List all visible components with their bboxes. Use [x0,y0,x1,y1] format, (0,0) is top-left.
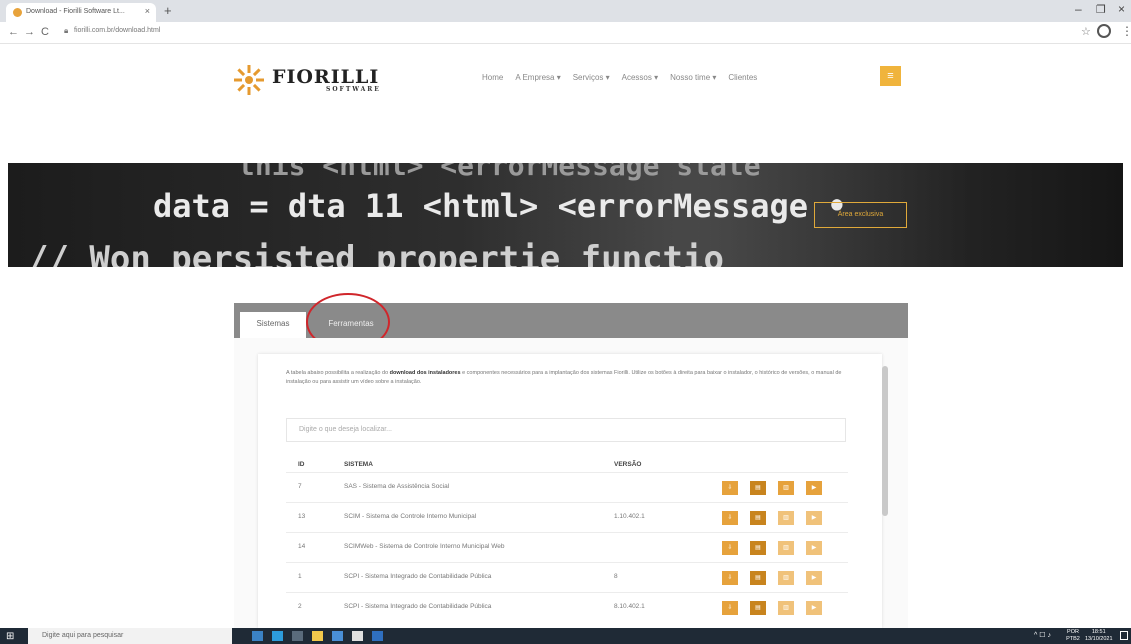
download-icon[interactable]: ⇩ [722,541,738,555]
logo-mark-icon [234,65,264,95]
address-bar: ← → C 🔒︎ fiorilli.com.br/download.html ☆… [0,22,1131,44]
back-button[interactable]: ← [8,26,19,38]
manual-icon[interactable]: ▥ [778,601,794,615]
tab-title: Download - Fiorilli Software Lt... [26,8,125,15]
description-prefix: A tabela abaixo possibilita a realização… [286,370,390,376]
history-icon[interactable]: ▤ [750,481,766,495]
hero-code-line: // Won persisted propertie functio [28,239,724,267]
hero-code-line: data = dta 11 <html> <errorMessage • [153,187,847,225]
download-icon[interactable]: ⇩ [722,481,738,495]
mail-icon[interactable] [332,631,343,641]
chrome-icon[interactable] [352,631,363,641]
nav-item-empresa[interactable]: A Empresa ▾ [515,73,560,82]
table-row: 7 SAS - Sistema de Assistência Social ⇩ ▤ ▥ ▶ [286,472,848,502]
history-icon[interactable]: ▤ [750,541,766,555]
store-icon[interactable] [292,631,303,641]
table-row: 13 SCIM - Sistema de Controle Interno Mun… [286,502,848,532]
tab-close-icon[interactable]: × [145,6,150,16]
notifications-icon[interactable] [1120,631,1128,640]
row-versao: 1.10.402.1 [614,513,645,520]
description-bold: download dos instaladores [389,370,461,376]
new-tab-button[interactable]: + [164,3,172,18]
taskbar-search-input[interactable]: Digite aqui para pesquisar [28,628,232,644]
reload-button[interactable]: C [41,26,49,38]
header-id: ID [298,461,305,468]
taskbar: ⊞ Digite aqui para pesquisar ^ ☐ ♪ POR P… [0,628,1131,644]
row-sistema: SCPI - Sistema Integrado de Contabilidad… [344,573,492,580]
exclusive-area-button[interactable]: Área exclusiva [814,202,907,228]
nav-item-nosso-time[interactable]: Nosso time ▾ [670,73,716,82]
row-sistema: SAS - Sistema de Assistência Social [344,483,450,490]
logo-text: FIORILLI [272,66,380,88]
header-versao: VERSÃO [614,461,642,468]
scrollbar[interactable] [882,366,888,516]
window-maximize-button[interactable]: ❐ [1096,3,1106,16]
system-tray-icons[interactable]: ^ ☐ ♪ [1034,631,1051,639]
download-icon[interactable]: ⇩ [722,511,738,525]
url-field[interactable]: fiorilli.com.br/download.html [74,27,160,34]
table-row: 14 SCIMWeb - Sistema de Controle Interno … [286,532,848,562]
clock-date: 13/10/2021 [1085,636,1113,642]
file-explorer-icon[interactable] [312,631,323,641]
download-icon[interactable]: ⇩ [722,571,738,585]
search-input[interactable]: Digite o que deseja localizar... [286,418,846,442]
nav-item-home[interactable]: Home [482,73,503,82]
row-sistema: SCPI - Sistema Integrado de Contabilidad… [344,603,492,610]
nav-item-acessos[interactable]: Acessos ▾ [622,73,658,82]
row-sistema: SCIMWeb - Sistema de Controle Interno Mu… [344,543,505,550]
table-row: 1 SCPI - Sistema Integrado de Contabilida… [286,562,848,592]
history-icon[interactable]: ▤ [750,601,766,615]
row-id: 13 [298,513,306,520]
hero-code-line: this <html> <errorMessage state [238,163,761,182]
hero-banner: this <html> <errorMessage state data = d… [8,163,1123,267]
history-icon[interactable]: ▤ [750,511,766,525]
windows-start-icon[interactable]: ⊞ [6,631,14,642]
header-sistema: SISTEMA [344,461,373,468]
video-icon[interactable]: ▶ [806,511,822,525]
favicon-icon [13,8,22,17]
logo-subtitle: SOFTWARE [326,86,381,93]
row-versao: 8 [614,573,618,580]
browser-menu-icon[interactable]: ⋮ [1121,24,1131,38]
video-icon[interactable]: ▶ [806,571,822,585]
description-text: A tabela abaixo possibilita a realização… [286,369,846,387]
nav-item-clientes[interactable]: Clientes [728,73,757,82]
browser-tab-bar: Download - Fiorilli Software Lt... × + –… [0,0,1131,22]
table-row: 2 SCPI - Sistema Integrado de Contabilida… [286,592,848,622]
row-versao: 8.10.402.1 [614,603,645,610]
forward-button[interactable]: → [24,26,35,38]
bookmark-star-icon[interactable]: ☆ [1081,25,1091,38]
download-icon[interactable]: ⇩ [722,601,738,615]
row-id: 1 [298,573,302,580]
profile-avatar-icon[interactable] [1097,24,1111,38]
manual-icon[interactable]: ▥ [778,571,794,585]
row-sistema: SCIM - Sistema de Controle Interno Munic… [344,513,477,520]
tab-sistemas[interactable]: Sistemas [240,312,306,338]
lock-icon: 🔒︎ [64,26,69,35]
manual-icon[interactable]: ▥ [778,511,794,525]
browser-tab[interactable]: Download - Fiorilli Software Lt... × [6,3,156,22]
hamburger-menu-icon[interactable]: ≡ [880,66,901,86]
window-close-button[interactable]: × [1118,2,1125,16]
row-id: 7 [298,483,302,490]
app-icon[interactable] [372,631,383,641]
window-minimize-button[interactable]: – [1075,2,1082,16]
video-icon[interactable]: ▶ [806,541,822,555]
row-id: 2 [298,603,302,610]
clock[interactable]: POR PTB2 18:51 13/10/2021 [1066,629,1113,643]
manual-icon[interactable]: ▥ [778,481,794,495]
clock-time: 18:51 [1091,629,1106,635]
history-icon[interactable]: ▤ [750,571,766,585]
edge-icon[interactable] [272,631,283,641]
main-nav: Home A Empresa ▾ Serviços ▾ Acessos ▾ No… [482,73,757,82]
manual-icon[interactable]: ▥ [778,541,794,555]
video-icon[interactable]: ▶ [806,481,822,495]
video-icon[interactable]: ▶ [806,601,822,615]
task-view-icon[interactable] [252,631,263,641]
row-id: 14 [298,543,306,550]
site-logo[interactable]: FIORILLI SOFTWARE [232,64,392,96]
nav-item-servicos[interactable]: Serviços ▾ [573,73,610,82]
language-indicator: POR PTB2 [1066,629,1080,642]
